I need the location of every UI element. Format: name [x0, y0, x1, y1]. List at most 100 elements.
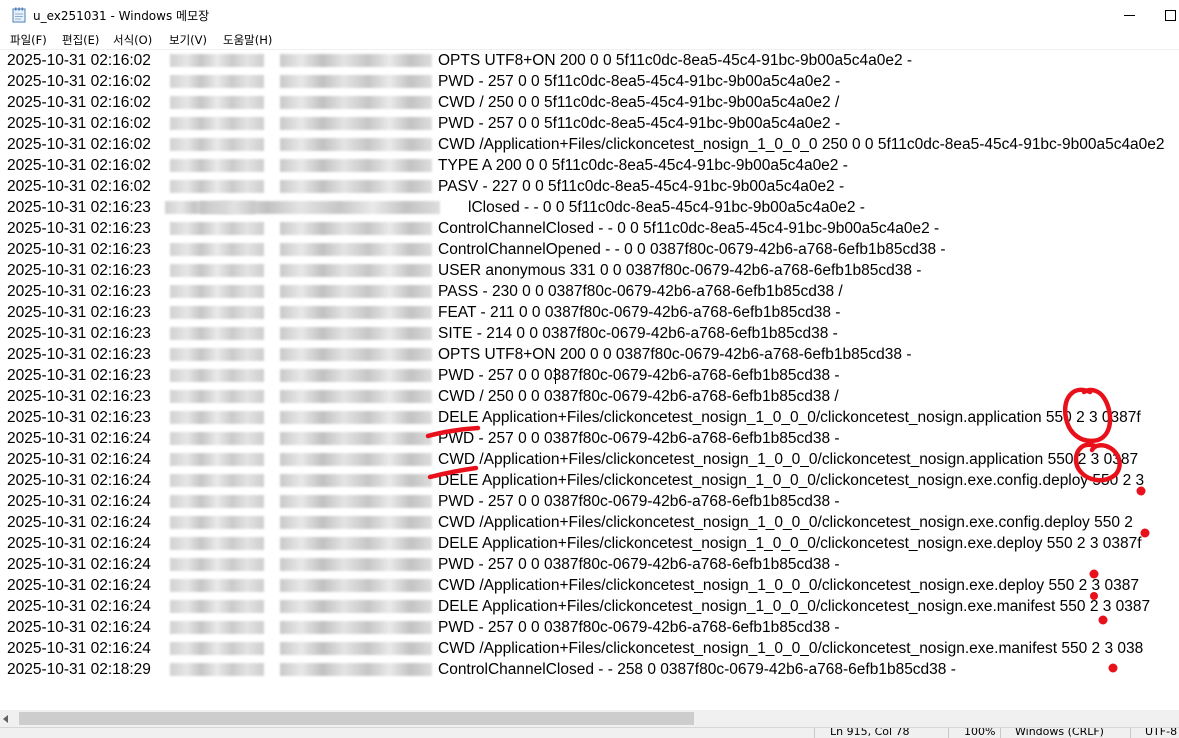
redacted-ip-blur [170, 642, 264, 655]
log-line: 2025-10-31 02:16:24 DELE Application+File… [0, 470, 1179, 491]
log-line: 2025-10-31 02:16:02 CWD /Application+File… [0, 134, 1179, 155]
log-line: 2025-10-31 02:16:23 ControlChannelClosed … [0, 218, 1179, 239]
redacted-ip-blur [280, 75, 432, 88]
log-datetime: 2025-10-31 02:16:02 [7, 94, 151, 111]
log-datetime: 2025-10-31 02:16:24 [7, 619, 151, 636]
horizontal-scrollbar[interactable] [0, 710, 1179, 727]
redacted-ip-blur [170, 138, 264, 151]
redacted-ip-blur [280, 474, 432, 487]
log-command: DELE Application+Files/clickoncetest_nos… [438, 535, 1142, 552]
log-line: 2025-10-31 02:16:02 PWD - 257 0 0 5f11c0d… [0, 71, 1179, 92]
redacted-ip-blur [170, 327, 264, 340]
redacted-ip-blur [170, 621, 264, 634]
log-datetime: 2025-10-31 02:16:02 [7, 52, 151, 69]
log-line: 2025-10-31 02:16:02 PASV - 227 0 0 5f11c0… [0, 176, 1179, 197]
menu-help[interactable]: 도움말(H) [223, 32, 272, 48]
log-datetime: 2025-10-31 02:16:02 [7, 136, 151, 153]
menu-format[interactable]: 서식(O) [113, 32, 152, 48]
redacted-ip-blur [170, 348, 264, 361]
log-command: lClosed - - 0 0 5f11c0dc-8ea5-45c4-91bc-… [468, 199, 865, 216]
redacted-ip-blur [170, 159, 264, 172]
log-datetime: 2025-10-31 02:16:24 [7, 430, 151, 447]
minimize-button[interactable] [1108, 0, 1154, 30]
log-datetime: 2025-10-31 02:16:23 [7, 346, 151, 363]
redacted-ip-blur [170, 579, 264, 592]
log-command: ControlChannelOpened - - 0 0 0387f80c-06… [438, 241, 946, 258]
log-command: ControlChannelClosed - - 258 0 0387f80c-… [438, 661, 956, 678]
redacted-ip-blur [170, 243, 264, 256]
log-command: PWD - 257 0 0 5f11c0dc-8ea5-45c4-91bc-9b… [438, 73, 841, 90]
scrollbar-thumb[interactable] [19, 712, 694, 725]
scroll-left-arrow-icon[interactable] [3, 715, 8, 723]
redacted-ip-blur [170, 306, 264, 319]
menu-file[interactable]: 파일(F) [10, 32, 47, 48]
redacted-ip-blur [280, 159, 432, 172]
redacted-ip-blur [280, 243, 432, 256]
redacted-ip-blur [280, 306, 432, 319]
log-line: 2025-10-31 02:16:23 lClosed - - 0 0 5f11c… [0, 197, 1179, 218]
redacted-ip-blur [280, 432, 432, 445]
log-line: 2025-10-31 02:16:24 DELE Application+File… [0, 596, 1179, 617]
status-bar: Ln 915, Col 78 100% Windows (CRLF) UTF-8 [0, 727, 1179, 738]
redacted-ip-blur [280, 411, 432, 424]
log-line: 2025-10-31 02:16:23 SITE - 214 0 0 0387f8… [0, 323, 1179, 344]
log-line: 2025-10-31 02:16:24 CWD /Application+File… [0, 575, 1179, 596]
log-line: 2025-10-31 02:16:24 DELE Application+File… [0, 533, 1179, 554]
log-command: CWD /Application+Files/clickoncetest_nos… [438, 640, 1144, 657]
log-datetime: 2025-10-31 02:16:02 [7, 115, 151, 132]
redacted-ip-blur [280, 117, 432, 130]
menu-view[interactable]: 보기(V) [169, 32, 207, 48]
log-command: OPTS UTF8+ON 200 0 0 5f11c0dc-8ea5-45c4-… [438, 52, 913, 69]
encoding: UTF-8 [1145, 727, 1178, 738]
title-bar: u_ex251031 - Windows 메모장 [0, 0, 1179, 30]
redacted-ip-blur [280, 579, 432, 592]
log-line: 2025-10-31 02:16:23 CWD / 250 0 0 0387f80… [0, 386, 1179, 407]
redacted-ip-blur [280, 642, 432, 655]
redacted-ip-blur [280, 390, 432, 403]
log-command: DELE Application+Files/clickoncetest_nos… [438, 472, 1145, 489]
log-command: CWD / 250 0 0 5f11c0dc-8ea5-45c4-91bc-9b… [438, 94, 840, 111]
redacted-ip-blur [170, 75, 264, 88]
log-line: 2025-10-31 02:16:23 PWD - 257 0 0 0387f80… [0, 365, 1179, 386]
redacted-ip-blur [170, 369, 264, 382]
log-command: PWD - 257 0 0 0387f80c-0679-42b6-a768-6e… [438, 493, 840, 510]
log-command: CWD /Application+Files/clickoncetest_nos… [438, 514, 1133, 531]
redacted-ip-blur [280, 54, 432, 67]
redacted-ip-blur [280, 516, 432, 529]
redacted-ip-blur [280, 495, 432, 508]
redacted-ip-blur [170, 516, 264, 529]
maximize-button[interactable] [1154, 0, 1179, 30]
text-editor[interactable]: 2025-10-31 02:16:02 OPTS UTF8+ON 200 0 0 … [0, 50, 1179, 710]
log-command: CWD /Application+Files/clickoncetest_nos… [438, 136, 1165, 153]
log-command: OPTS UTF8+ON 200 0 0 0387f80c-0679-42b6-… [438, 346, 912, 363]
log-line: 2025-10-31 02:16:23 DELE Application+File… [0, 407, 1179, 428]
log-datetime: 2025-10-31 02:16:23 [7, 304, 151, 321]
redacted-ip-blur [280, 264, 432, 277]
log-datetime: 2025-10-31 02:16:23 [7, 388, 151, 405]
redacted-ip-blur [170, 600, 264, 613]
log-line: 2025-10-31 02:16:23 USER anonymous 331 0 … [0, 260, 1179, 281]
log-datetime: 2025-10-31 02:16:24 [7, 640, 151, 657]
redacted-ip-blur [280, 327, 432, 340]
log-datetime: 2025-10-31 02:16:24 [7, 472, 151, 489]
redacted-ip-blur [170, 558, 264, 571]
redacted-ip-blur [280, 453, 432, 466]
log-command: USER anonymous 331 0 0 0387f80c-0679-42b… [438, 262, 922, 279]
menu-edit[interactable]: 편집(E) [62, 32, 99, 48]
redacted-ip-blur [280, 600, 432, 613]
log-line: 2025-10-31 02:16:02 OPTS UTF8+ON 200 0 0 … [0, 50, 1179, 71]
log-command: ControlChannelClosed - - 0 0 5f11c0dc-8e… [438, 220, 940, 237]
log-datetime: 2025-10-31 02:16:24 [7, 577, 151, 594]
log-command: PWD - 257 0 0 0387f80c-0679-42b6-a768-6e… [438, 430, 840, 447]
log-command: DELE Application+Files/clickoncetest_nos… [438, 598, 1151, 615]
log-command: PASS - 230 0 0 0387f80c-0679-42b6-a768-6… [438, 283, 843, 300]
log-datetime: 2025-10-31 02:16:24 [7, 598, 151, 615]
log-line: 2025-10-31 02:16:02 CWD / 250 0 0 5f11c0d… [0, 92, 1179, 113]
log-datetime: 2025-10-31 02:16:24 [7, 556, 151, 573]
log-line: 2025-10-31 02:16:24 PWD - 257 0 0 0387f80… [0, 554, 1179, 575]
log-line: 2025-10-31 02:16:23 FEAT - 211 0 0 0387f8… [0, 302, 1179, 323]
log-command: CWD /Application+Files/clickoncetest_nos… [438, 451, 1139, 468]
log-datetime: 2025-10-31 02:16:23 [7, 220, 151, 237]
log-datetime: 2025-10-31 02:16:23 [7, 199, 151, 216]
log-command: CWD / 250 0 0 0387f80c-0679-42b6-a768-6e… [438, 388, 839, 405]
